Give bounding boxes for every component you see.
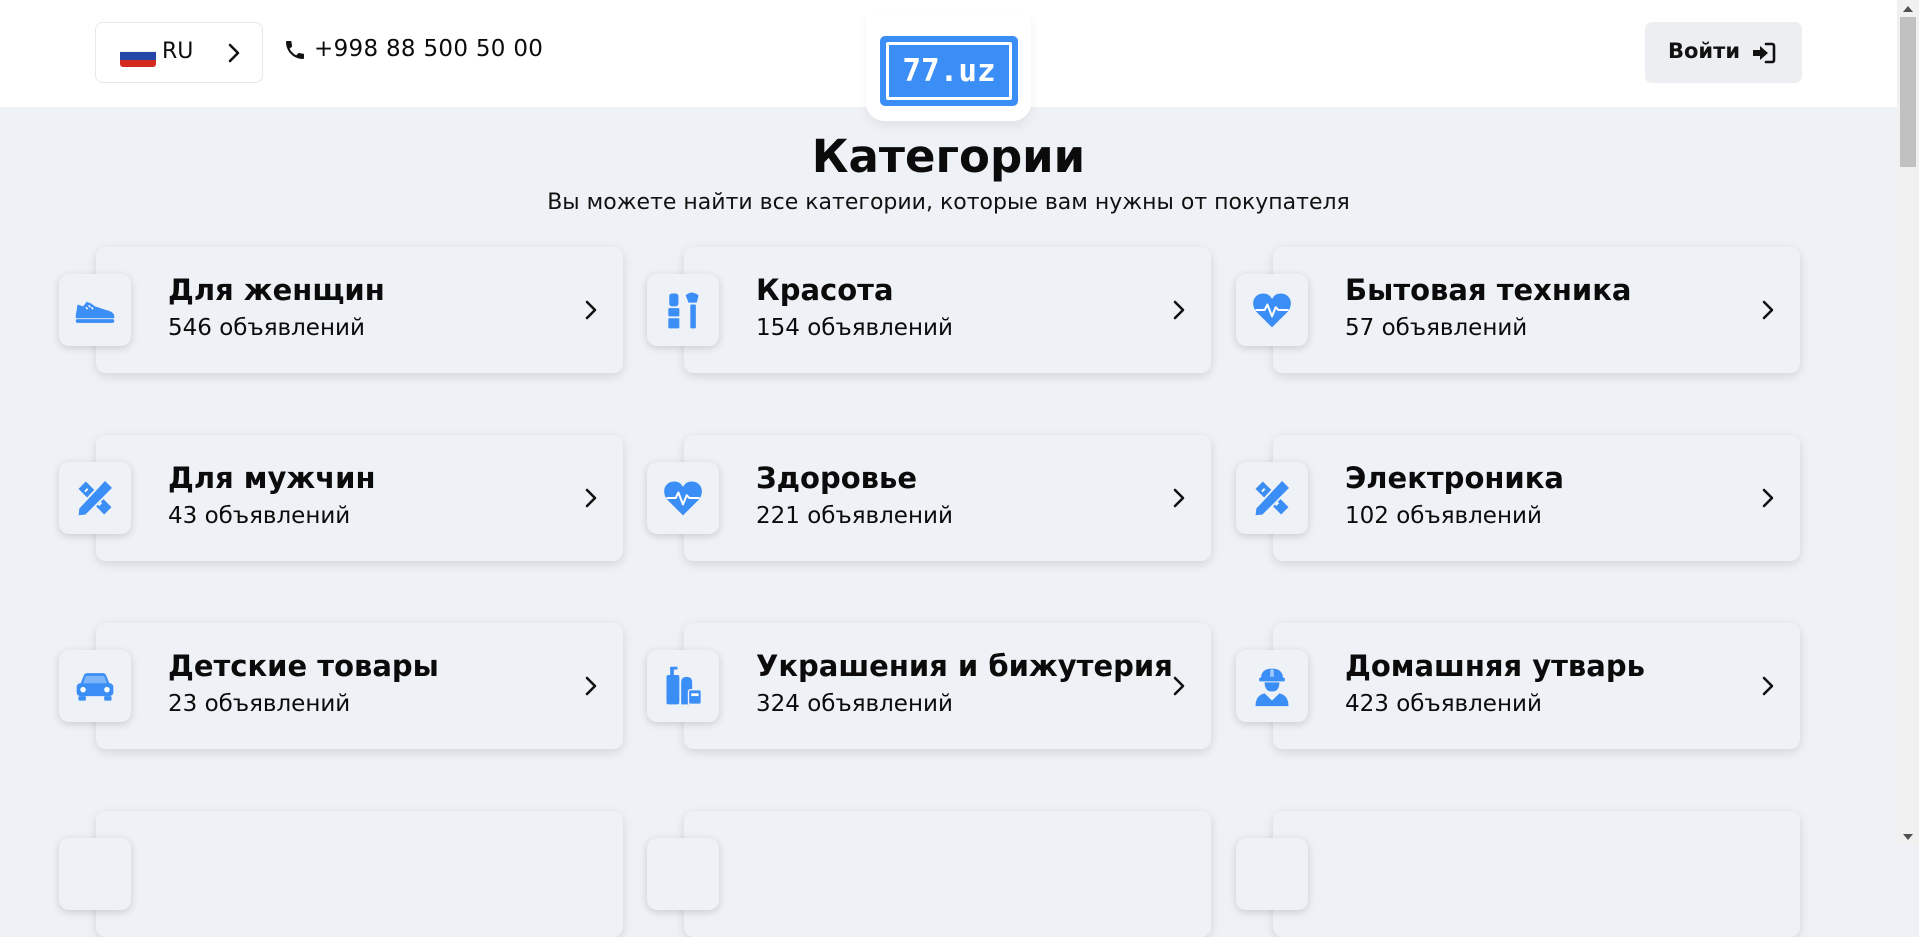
category-count: 423 объявлений (1345, 691, 1542, 717)
category-card-women[interactable]: Для женщин 546 объявлений (59, 247, 623, 373)
scroll-up-arrow-icon[interactable] (1903, 6, 1913, 12)
language-code: RU (162, 39, 194, 64)
category-count: 23 объявлений (168, 691, 351, 717)
category-card-electronics[interactable]: Электроника 102 объявлений (1236, 435, 1800, 561)
category-count: 43 объявлений (168, 503, 351, 529)
worker-icon (1250, 664, 1294, 708)
chevron-right-icon (1172, 297, 1186, 323)
category-icon-box (647, 274, 719, 346)
chevron-right-icon (1172, 673, 1186, 699)
category-icon-box (1236, 462, 1308, 534)
chevron-right-icon (1761, 485, 1775, 511)
logo-text: 77.uz (886, 42, 1012, 100)
chevron-right-icon (1761, 673, 1775, 699)
category-card-jewelry[interactable]: Украшения и бижутерия 324 объявлений (647, 623, 1211, 749)
car-icon (73, 664, 117, 708)
category-name: Украшения и бижутерия (756, 649, 1173, 683)
makeup-icon (661, 288, 705, 332)
category-card-men[interactable]: Для мужчин 43 объявлений (59, 435, 623, 561)
scroll-thumb[interactable] (1900, 17, 1916, 167)
category-icon-box (59, 838, 131, 910)
category-count: 154 объявлений (756, 315, 953, 341)
page-title: Категории (811, 130, 1086, 183)
category-card-partial[interactable] (647, 811, 1211, 937)
category-icon-box (59, 462, 131, 534)
category-name: Домашняя утварь (1345, 649, 1645, 683)
phone-number[interactable]: +998 88 500 50 00 (314, 36, 543, 62)
category-icon-box (647, 462, 719, 534)
category-icon-box (647, 838, 719, 910)
category-name: Детские товары (168, 649, 439, 683)
category-name: Бытовая техника (1345, 273, 1632, 307)
chevron-right-icon (1172, 485, 1186, 511)
page-subtitle: Вы можете найти все категории, которые в… (547, 190, 1350, 215)
logo-container: 77.uz (866, 14, 1031, 121)
category-count: 546 объявлений (168, 315, 365, 341)
heart-pulse-icon (661, 476, 705, 520)
chevron-right-icon (584, 673, 598, 699)
category-card-partial[interactable] (1236, 811, 1800, 937)
chevron-right-icon (1761, 297, 1775, 323)
phone-icon (286, 41, 304, 59)
chevron-right-icon (228, 43, 240, 63)
category-count: 102 объявлений (1345, 503, 1542, 529)
category-card-household[interactable]: Домашняя утварь 423 объявлений (1236, 623, 1800, 749)
category-name: Электроника (1345, 461, 1564, 495)
ruler-pencil-icon (73, 476, 117, 520)
category-name: Здоровье (756, 461, 917, 495)
category-name: Красота (756, 273, 894, 307)
category-count: 324 объявлений (756, 691, 953, 717)
category-card-partial[interactable] (59, 811, 623, 937)
chevron-right-icon (584, 485, 598, 511)
category-card-appliances[interactable]: Бытовая техника 57 объявлений (1236, 247, 1800, 373)
chevron-right-icon (584, 297, 598, 323)
russia-flag-icon (120, 43, 156, 67)
category-icon-box (647, 650, 719, 722)
page-scrollbar[interactable] (1897, 0, 1919, 846)
category-icon-box (1236, 274, 1308, 346)
ruler-pencil-icon (1250, 476, 1294, 520)
language-selector[interactable]: RU (95, 22, 263, 83)
heart-pulse-icon (1250, 288, 1294, 332)
bottles-icon (661, 664, 705, 708)
category-name: Для женщин (168, 273, 385, 307)
sign-in-icon (1753, 42, 1776, 64)
category-count: 221 объявлений (756, 503, 953, 529)
category-card-kids[interactable]: Детские товары 23 объявлений (59, 623, 623, 749)
login-button[interactable]: Войти (1645, 22, 1802, 83)
scroll-down-arrow-icon[interactable] (1903, 834, 1913, 840)
category-name: Для мужчин (168, 461, 376, 495)
category-card-beauty[interactable]: Красота 154 объявлений (647, 247, 1211, 373)
sneaker-icon (73, 288, 117, 332)
category-icon-box (59, 274, 131, 346)
site-logo[interactable]: 77.uz (880, 36, 1018, 106)
category-icon-box (59, 650, 131, 722)
category-icon-box (1236, 838, 1308, 910)
category-card-health[interactable]: Здоровье 221 объявлений (647, 435, 1211, 561)
login-label: Войти (1668, 39, 1741, 63)
category-icon-box (1236, 650, 1308, 722)
category-count: 57 объявлений (1345, 315, 1528, 341)
